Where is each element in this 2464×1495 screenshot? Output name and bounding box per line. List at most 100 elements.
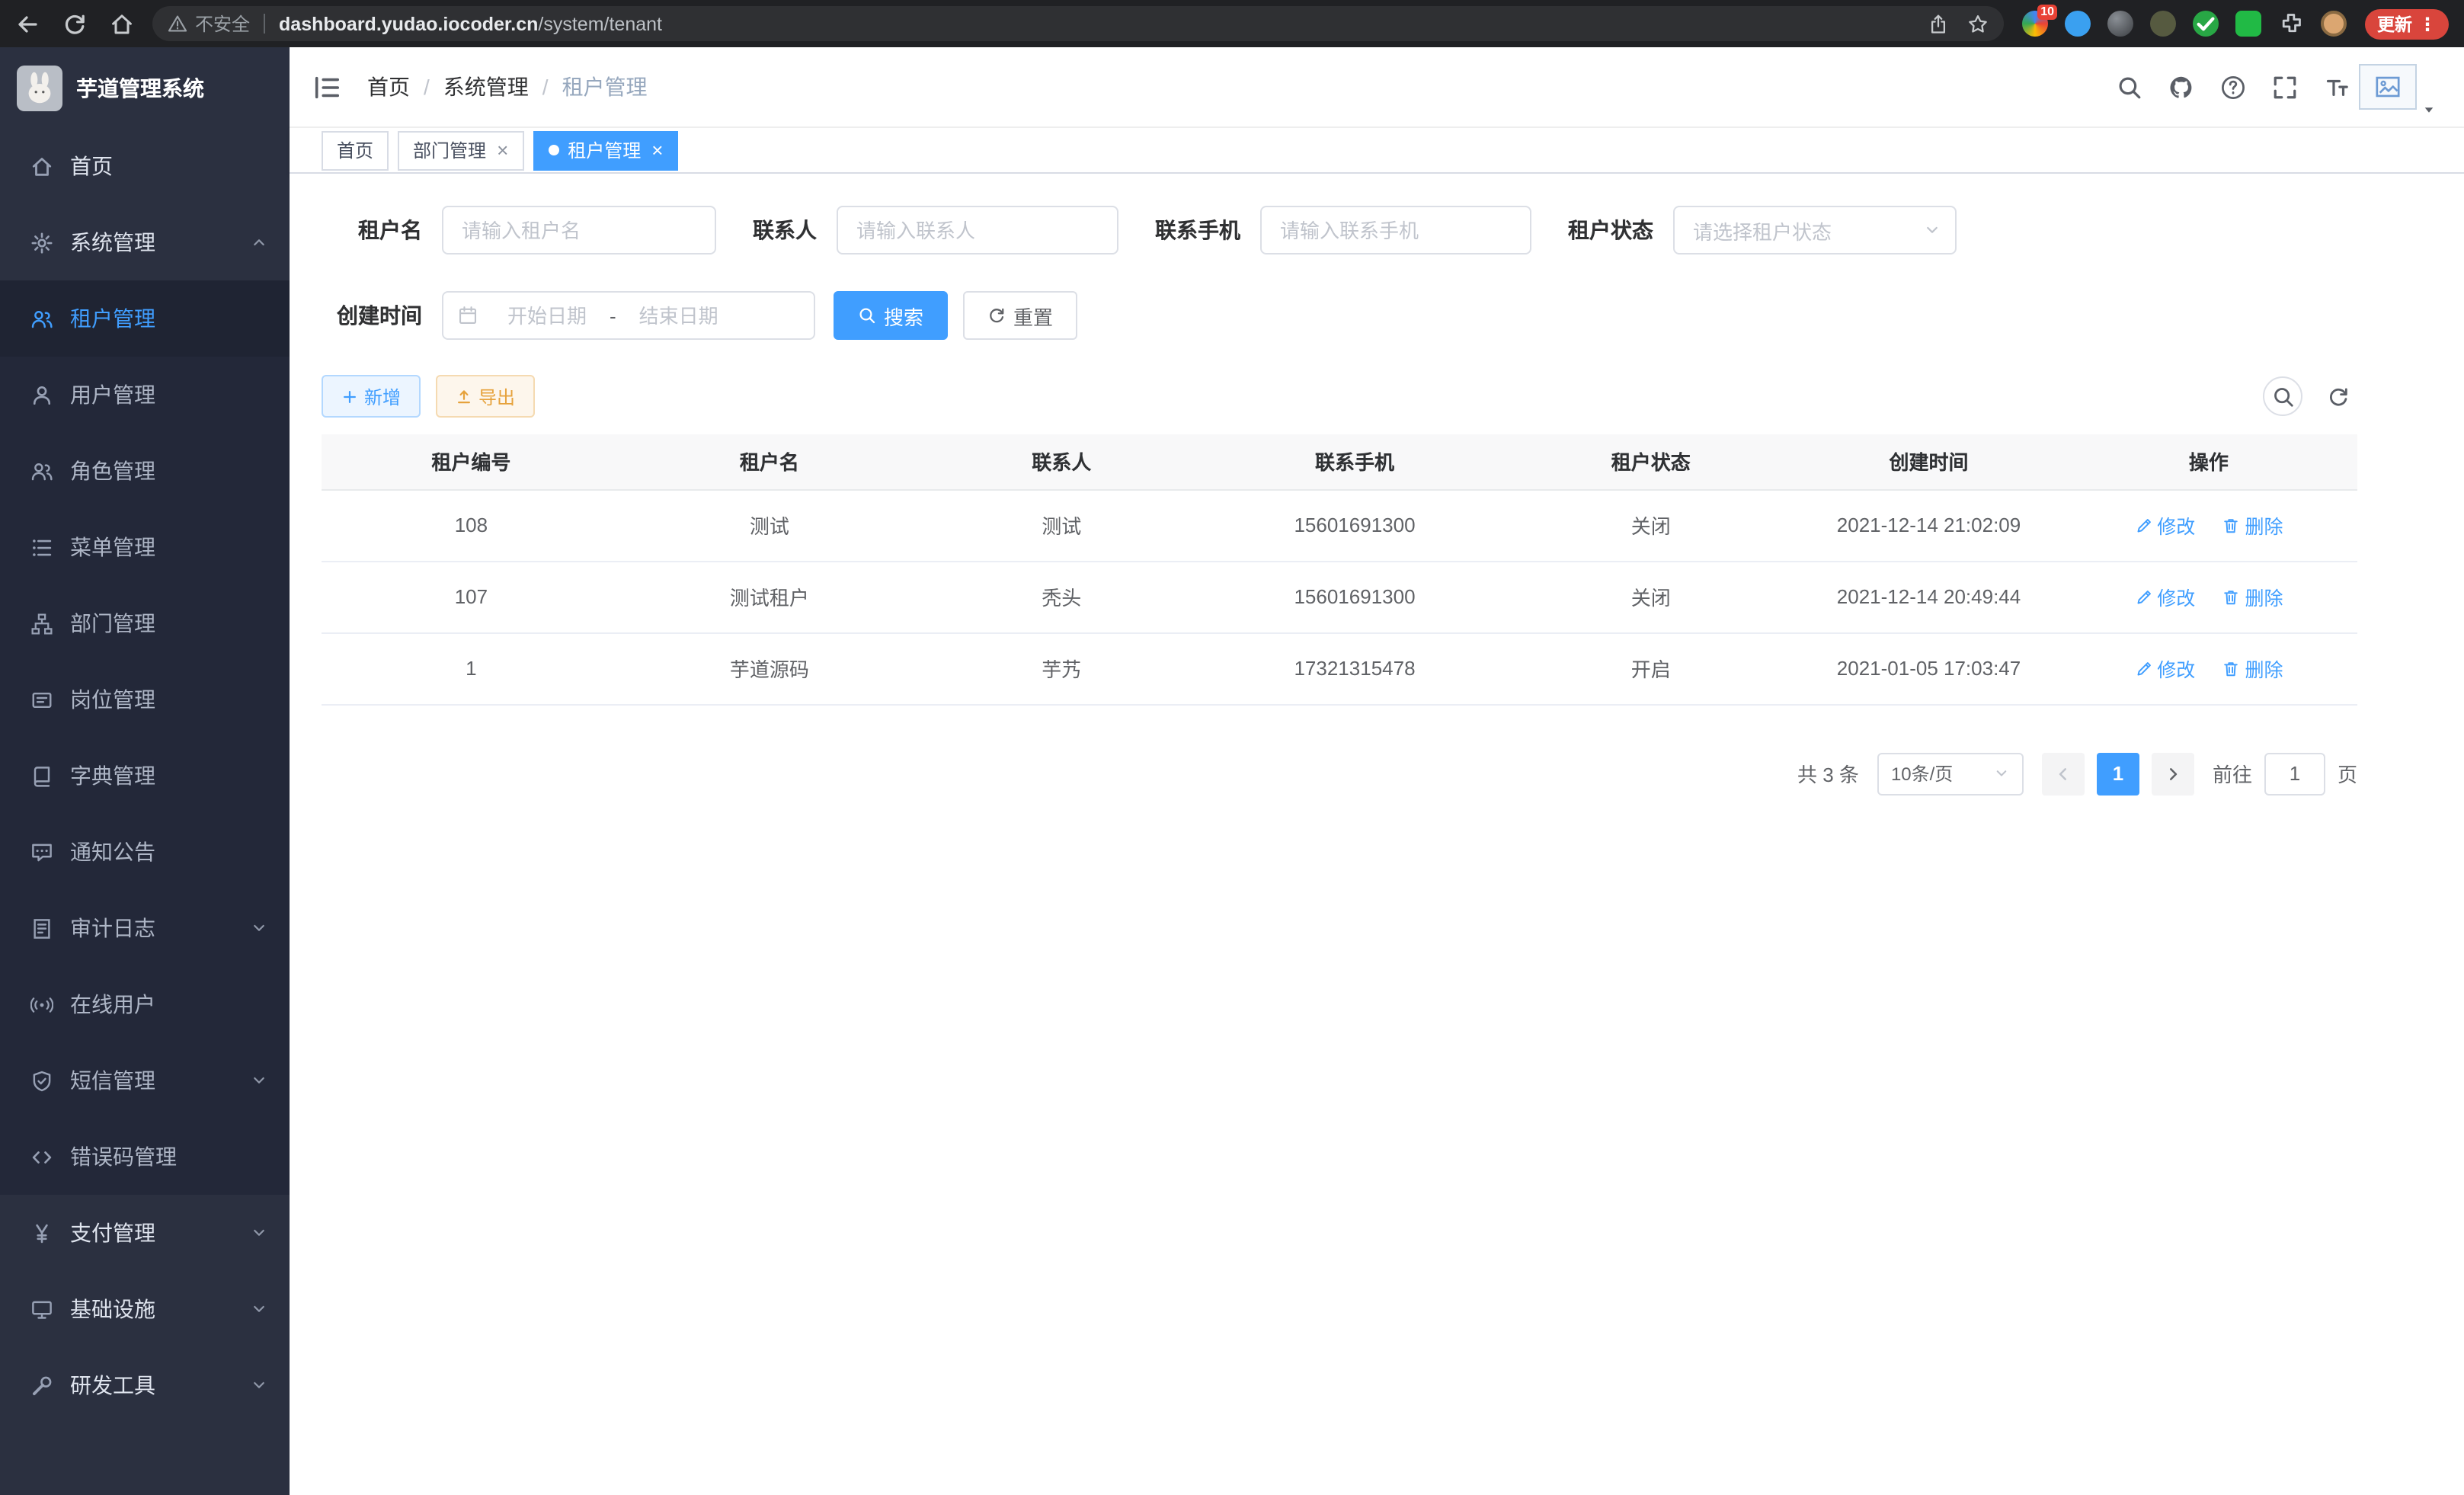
cell-phone: 17321315478 [1205, 632, 1505, 704]
reset-button[interactable]: 重置 [963, 291, 1077, 340]
sidebar-item-user-management[interactable]: 用户管理 [0, 357, 290, 433]
phone-input[interactable] [1260, 206, 1531, 255]
online-signal-icon [30, 993, 53, 1016]
sidebar-item-label: 系统管理 [70, 227, 155, 258]
tab-dept-management[interactable]: 部门管理 × [398, 130, 523, 170]
sidebar-item-sms-management[interactable]: 短信管理 [0, 1042, 290, 1119]
add-button[interactable]: 新增 [322, 375, 421, 418]
main-content: 租户名 联系人 联系手机 租户状态 请选择租户状态 创建时间 - 搜索 [290, 174, 2464, 1495]
sidebar-item-post-management[interactable]: 岗位管理 [0, 661, 290, 738]
tenant-name-input[interactable] [442, 206, 716, 255]
extensions-puzzle-icon[interactable] [2278, 11, 2304, 37]
end-date-input[interactable] [619, 304, 738, 327]
notice-icon [30, 840, 53, 863]
fullscreen-icon[interactable] [2272, 74, 2298, 100]
edit-link[interactable]: 修改 [2134, 582, 2195, 611]
user-icon [30, 383, 53, 406]
sidebar-item-dept-management[interactable]: 部门管理 [0, 585, 290, 661]
page-size-value: 10条/页 [1891, 760, 1953, 786]
sidebar-item-notice[interactable]: 通知公告 [0, 814, 290, 890]
create-time-range-picker[interactable]: - [442, 291, 815, 340]
toggle-search-form-button[interactable] [2263, 376, 2302, 416]
page-size-select[interactable]: 10条/页 [1877, 752, 2024, 795]
puzzle-icon [2278, 11, 2304, 37]
status-select[interactable]: 请选择租户状态 [1673, 206, 1957, 255]
address-bar[interactable]: 不安全 dashboard.yudao.iocoder.cn /system/t… [152, 6, 2004, 41]
breadcrumb-system[interactable]: 系统管理 [443, 72, 529, 102]
edit-link[interactable]: 修改 [2134, 654, 2195, 683]
extension-icon-green-check[interactable] [2193, 11, 2219, 37]
start-date-input[interactable] [488, 304, 606, 327]
col-actions: 操作 [2060, 434, 2357, 489]
delete-link[interactable]: 删除 [2222, 511, 2283, 539]
sidebar-item-home[interactable]: 首页 [0, 128, 290, 204]
tab-home[interactable]: 首页 [322, 130, 389, 170]
role-icon [30, 459, 53, 482]
help-icon[interactable] [2220, 74, 2246, 100]
sidebar-item-menu-management[interactable]: 菜单管理 [0, 509, 290, 585]
tab-label: 部门管理 [413, 137, 486, 163]
page-header: 首页 / 系统管理 / 租户管理 [290, 47, 2464, 128]
cell-contact: 秃头 [918, 561, 1205, 632]
sidebar-item-infrastructure[interactable]: 基础设施 [0, 1271, 290, 1347]
export-button-label: 导出 [478, 383, 515, 409]
edit-link[interactable]: 修改 [2134, 511, 2195, 539]
profile-avatar-icon[interactable] [2321, 11, 2347, 37]
sidebar-logo[interactable]: 芋道管理系统 [0, 47, 290, 128]
cell-actions: 修改 删除 [2060, 489, 2357, 561]
user-avatar[interactable] [2359, 64, 2417, 110]
export-button[interactable]: 导出 [436, 375, 535, 418]
page-number-button[interactable]: 1 [2097, 752, 2139, 795]
sidebar-item-dev-tools[interactable]: 研发工具 [0, 1347, 290, 1423]
sidebar-item-label: 审计日志 [70, 913, 155, 943]
app-title: 芋道管理系统 [76, 72, 204, 103]
chevron-down-icon [250, 1376, 268, 1394]
search-icon[interactable] [2117, 74, 2142, 100]
extension-icon-blue[interactable] [2065, 11, 2091, 37]
sidebar-item-role-management[interactable]: 角色管理 [0, 433, 290, 509]
extension-icon-green-square[interactable] [2235, 11, 2261, 37]
avatar-caret-down-icon[interactable] [2421, 102, 2437, 117]
close-icon[interactable]: × [497, 140, 508, 160]
tab-tenant-management[interactable]: 租户管理 × [533, 130, 678, 170]
search-button[interactable]: 搜索 [834, 291, 948, 340]
extension-icon-olive[interactable] [2150, 11, 2176, 37]
reload-icon[interactable] [62, 11, 87, 36]
sidebar-item-online-users[interactable]: 在线用户 [0, 966, 290, 1042]
sidebar-item-payment-management[interactable]: 支付管理 [0, 1195, 290, 1271]
delete-link[interactable]: 删除 [2222, 582, 2283, 611]
contact-input[interactable] [837, 206, 1118, 255]
tenant-name-label: 租户名 [322, 215, 422, 245]
sidebar-item-audit-log[interactable]: 审计日志 [0, 890, 290, 966]
sidebar-item-tenant-management[interactable]: 租户管理 [0, 280, 290, 357]
bookmark-star-icon[interactable] [1967, 13, 1989, 34]
delete-link[interactable]: 删除 [2222, 654, 2283, 683]
sidebar-item-error-code[interactable]: 错误码管理 [0, 1119, 290, 1195]
goto-page-input[interactable] [2264, 752, 2325, 795]
close-icon[interactable]: × [651, 140, 663, 160]
extension-icon-colorful[interactable]: 10 [2022, 11, 2048, 37]
back-icon[interactable] [15, 11, 40, 36]
refresh-table-button[interactable] [2318, 376, 2357, 416]
chevron-down-icon [250, 1071, 268, 1090]
sidebar-item-system-management[interactable]: 系统管理 [0, 204, 290, 280]
breadcrumb-home[interactable]: 首页 [367, 72, 410, 102]
page-unit-label: 页 [2338, 759, 2357, 788]
github-icon[interactable] [2168, 74, 2194, 100]
browser-home-icon[interactable] [110, 11, 134, 36]
viewport: 不安全 dashboard.yudao.iocoder.cn /system/t… [0, 0, 2464, 1495]
cell-tenant-name: 测试租户 [621, 561, 918, 632]
collapse-sidebar-icon[interactable] [312, 72, 341, 101]
sidebar-item-label: 错误码管理 [70, 1141, 177, 1172]
tenant-table: 租户编号 租户名 联系人 联系手机 租户状态 创建时间 操作 108 测试 测试… [322, 434, 2357, 705]
share-icon[interactable] [1928, 13, 1949, 34]
prev-page-button[interactable] [2042, 752, 2085, 795]
tenant-icon [30, 307, 53, 330]
next-page-button[interactable] [2152, 752, 2194, 795]
sidebar-item-dict-management[interactable]: 字典管理 [0, 738, 290, 814]
extension-icon-sphere[interactable] [2107, 11, 2133, 37]
font-size-icon[interactable] [2324, 74, 2350, 100]
logo-avatar [17, 65, 62, 110]
tab-label: 首页 [337, 137, 373, 163]
update-button[interactable]: 更新 ⋮ [2365, 8, 2449, 39]
